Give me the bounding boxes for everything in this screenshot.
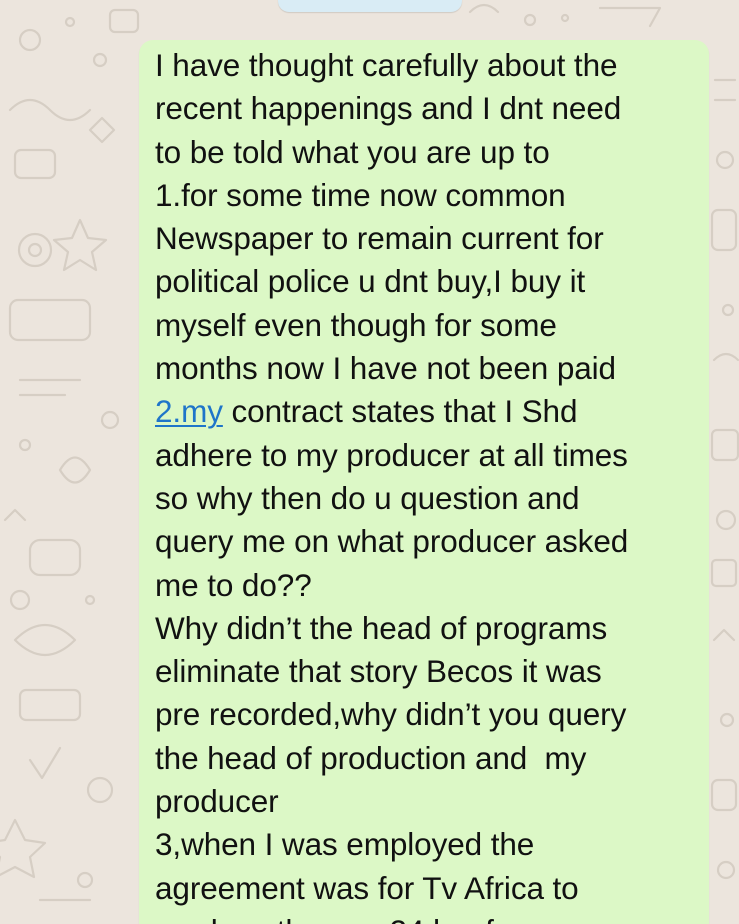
message-line-text: I have thought carefully about the (155, 47, 618, 83)
message-line-text: the head of production and my (155, 739, 587, 776)
message-line: eliminate that story Becos it was (155, 650, 700, 693)
message-line-text: producer (155, 783, 279, 820)
message-line: I have thought carefully about the (155, 44, 700, 87)
message-line: the head of production and my (155, 737, 700, 780)
message-line-text: 1.for some time now common (155, 176, 566, 213)
message-line: 1.for some time now common (155, 174, 700, 217)
message-line-text: produce the ...... 24 hrs for (155, 913, 522, 924)
message-line: myself even though for some (155, 304, 700, 347)
message-line-text: to be told what you are up to (155, 133, 550, 170)
message-line: me to do?? (155, 564, 700, 607)
message-line: pre recorded,why didn’t you query (155, 693, 700, 736)
message-line: Why didn’t the head of programs (155, 607, 700, 650)
message-line: to be told what you are up to (155, 131, 700, 174)
message-line: 3,when I was employed the (155, 823, 700, 866)
message-line: produce the ...... 24 hrs for (155, 910, 700, 924)
message-line-text: contract states that I Shd (222, 393, 578, 430)
message-line-text: query me on what producer asked (155, 523, 629, 560)
message-line: adhere to my producer at all times (155, 434, 700, 477)
message-line-text: agreement was for Tv Africa to (155, 869, 579, 906)
message-line: agreement was for Tv Africa to (155, 867, 700, 910)
message-line: Newspaper to remain current for (155, 217, 700, 260)
message-line: so why then do u question and (155, 477, 700, 520)
message-line: months now I have not been paid (155, 347, 700, 390)
message-line-text: Newspaper to remain current for (155, 220, 604, 257)
message-line-text: recent happenings and I dnt need (155, 90, 622, 127)
message-line-text: 3,when I was employed the (155, 826, 535, 863)
date-pill (278, 0, 462, 12)
message-line-text: Why didn’t the head of programs (155, 609, 608, 646)
message-line: political police u dnt buy,I buy it (155, 260, 700, 303)
message-line-text: so why then do u question and (155, 479, 580, 516)
message-line: query me on what producer asked (155, 520, 700, 563)
message-line-text: myself even though for some (155, 306, 557, 343)
message-line-text: eliminate that story Becos it was (155, 653, 602, 690)
message-line-text: pre recorded,why didn’t you query (155, 696, 627, 733)
message-line-text: me to do?? (155, 566, 312, 603)
message-line: recent happenings and I dnt need (155, 87, 700, 130)
message-line-text: months now I have not been paid (155, 350, 616, 387)
message-line-text: political police u dnt buy,I buy it (155, 263, 586, 300)
message-link[interactable]: 2.my (155, 393, 223, 429)
message-line: producer (155, 780, 700, 823)
message-text: I have thought carefully about the recent… (155, 44, 700, 924)
message-line: 2.my contract states that I Shd (155, 390, 700, 433)
message-line-text: adhere to my producer at all times (155, 436, 628, 473)
